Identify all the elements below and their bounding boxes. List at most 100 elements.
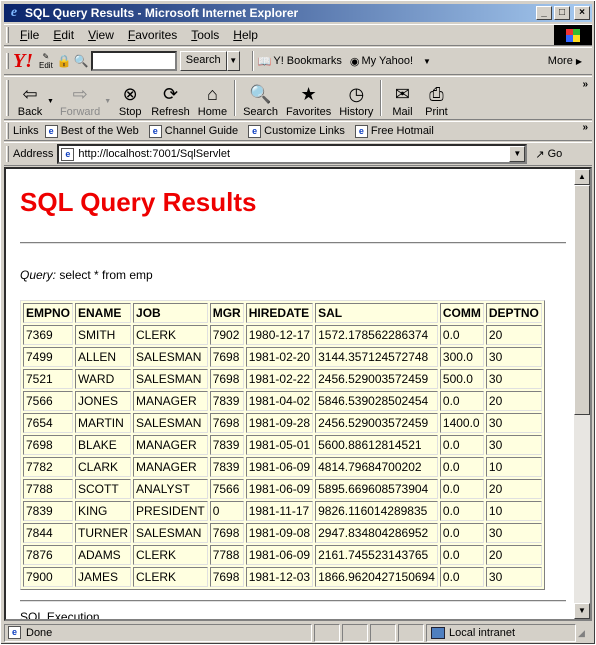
chevron-down-icon[interactable]: ▼ — [423, 57, 431, 66]
table-cell: 9826.116014289835 — [315, 501, 438, 521]
table-cell: 4814.79684700202 — [315, 457, 438, 477]
separator — [234, 80, 237, 116]
forward-button[interactable]: ⇨ Forward — [56, 78, 104, 119]
page-icon: e — [354, 124, 368, 138]
back-dropdown-icon[interactable]: ▼ — [47, 98, 54, 105]
link-channel-guide[interactable]: e Channel Guide — [148, 124, 238, 138]
yahoo-search-button[interactable]: Search — [179, 51, 227, 71]
menu-tools[interactable]: Tools — [184, 28, 226, 42]
links-bar-grip[interactable] — [6, 123, 9, 139]
page-icon: e — [8, 626, 21, 639]
table-cell: 7698 — [209, 369, 244, 389]
print-button[interactable]: ⎙ Print — [419, 78, 453, 119]
results-table: EMPNO ENAME JOB MGR HIREDATE SAL COMM DE… — [20, 300, 545, 590]
link-customize-links[interactable]: e Customize Links — [248, 124, 345, 138]
table-cell: 7902 — [209, 325, 244, 345]
toolbar-overflow-icon[interactable]: » — [582, 79, 588, 90]
address-url[interactable]: http://localhost:7001/SqlServlet — [78, 148, 509, 160]
table-cell: 20 — [485, 325, 542, 345]
table-cell: MANAGER — [133, 457, 208, 477]
divider — [20, 242, 566, 244]
my-yahoo-icon: ◉ — [349, 55, 360, 68]
history-label: History — [339, 106, 374, 118]
toolbar-grip[interactable] — [6, 80, 9, 116]
status-cell — [398, 623, 424, 642]
forward-dropdown-icon[interactable]: ▼ — [104, 98, 111, 105]
go-button[interactable]: ↗ Go — [535, 148, 562, 161]
scroll-up-button[interactable]: ▲ — [574, 169, 590, 185]
more-button[interactable]: More ▶ — [548, 55, 584, 67]
yahoo-logo[interactable]: Y! — [13, 50, 33, 73]
address-field[interactable]: e http://localhost:7001/SqlServlet ▼ — [57, 144, 528, 164]
title-bar[interactable]: e SQL Query Results - Microsoft Internet… — [4, 4, 592, 22]
table-cell: 0.0 — [439, 435, 484, 455]
maximize-button[interactable]: □ — [554, 6, 570, 20]
lock-icon[interactable]: 🔒 — [57, 54, 72, 68]
stop-button[interactable]: ⊗ Stop — [113, 78, 147, 119]
yahoo-edit-button[interactable]: ✎ Edit — [39, 52, 53, 70]
yahoo-search-dropdown[interactable]: ▼ — [226, 51, 240, 71]
table-cell: 1981-04-02 — [245, 391, 314, 411]
back-button[interactable]: ⇦ Back — [13, 78, 47, 119]
minimize-button[interactable]: _ — [536, 6, 552, 20]
table-row: 7698 BLAKE MANAGER 7839 1981-05-01 5600.88612… — [23, 435, 542, 455]
table-body: 7369 SMITH CLERK 7902 1980-12-17 1572.1785622… — [23, 325, 542, 587]
stop-icon: ⊗ — [122, 83, 138, 104]
favorites-icon: ★ — [300, 83, 317, 104]
status-text: Done — [26, 626, 53, 639]
menu-edit[interactable]: Edit — [46, 28, 81, 42]
table-cell: CLERK — [133, 567, 208, 587]
home-button[interactable]: ⌂ Home — [194, 78, 231, 119]
security-zone[interactable]: Local intranet — [426, 623, 576, 642]
history-button[interactable]: ◷ History — [335, 78, 377, 119]
page-heading: SQL Query Results — [20, 187, 257, 217]
search-button[interactable]: 🔍 Search — [239, 78, 282, 119]
menu-help[interactable]: Help — [226, 28, 265, 42]
link-free-hotmail[interactable]: e Free Hotmail — [354, 124, 434, 138]
resize-grip-icon[interactable]: ◢ — [578, 624, 592, 642]
table-cell: CLARK — [75, 457, 132, 477]
menu-bar-grip[interactable] — [6, 27, 9, 43]
table-cell: 0.0 — [439, 457, 484, 477]
table-cell: 1981-09-08 — [245, 523, 314, 543]
status-cell — [314, 623, 340, 642]
table-cell: BLAKE — [75, 435, 132, 455]
column-header: EMPNO — [23, 303, 74, 323]
address-bar-grip[interactable] — [6, 146, 9, 162]
scroll-down-button[interactable]: ▼ — [574, 603, 590, 619]
address-dropdown-icon[interactable]: ▼ — [509, 146, 526, 162]
link-best-of-the-web[interactable]: e Best of the Web — [44, 124, 139, 138]
yahoo-search-input[interactable] — [90, 51, 177, 71]
close-button[interactable]: × — [574, 6, 590, 20]
my-yahoo[interactable]: ◉ My Yahoo! ▼ — [350, 55, 433, 68]
table-cell: 2456.529003572459 — [315, 369, 438, 389]
vertical-scrollbar[interactable]: ▲ ▼ — [574, 169, 590, 619]
table-cell: SALESMAN — [133, 369, 208, 389]
table-cell: 7521 — [23, 369, 74, 389]
query-text: select * from emp — [56, 268, 153, 282]
table-cell: SMITH — [75, 325, 132, 345]
refresh-button[interactable]: ⟳ Refresh — [147, 78, 194, 119]
links-overflow-icon[interactable]: » — [582, 122, 588, 133]
menu-favorites[interactable]: Favorites — [121, 28, 184, 42]
yahoo-bookmarks[interactable]: 📖 Y! Bookmarks — [258, 55, 342, 68]
menu-file[interactable]: File — [13, 28, 46, 42]
search-label: Search — [243, 106, 278, 118]
link-label: Customize Links — [264, 125, 345, 137]
chevron-right-icon: ▶ — [575, 56, 582, 66]
yahoo-toolbar-grip[interactable] — [6, 53, 9, 69]
table-cell: SALESMAN — [133, 413, 208, 433]
table-row: 7788 SCOTT ANALYST 7566 1981-06-09 5895.66960… — [23, 479, 542, 499]
table-cell: 1981-05-01 — [245, 435, 314, 455]
favorites-button[interactable]: ★ Favorites — [282, 78, 335, 119]
table-cell: 1981-06-09 — [245, 479, 314, 499]
more-label: More — [547, 55, 573, 67]
table-cell: 1981-12-03 — [245, 567, 314, 587]
scroll-thumb[interactable] — [574, 185, 590, 415]
table-cell: 1981-06-09 — [245, 545, 314, 565]
mail-button[interactable]: ✉ Mail — [385, 78, 419, 119]
table-cell: 10 — [485, 457, 542, 477]
table-row: 7876 ADAMS CLERK 7788 1981-06-09 2161.7455231… — [23, 545, 542, 565]
table-row: 7369 SMITH CLERK 7902 1980-12-17 1572.1785622… — [23, 325, 542, 345]
menu-view[interactable]: View — [81, 28, 121, 42]
